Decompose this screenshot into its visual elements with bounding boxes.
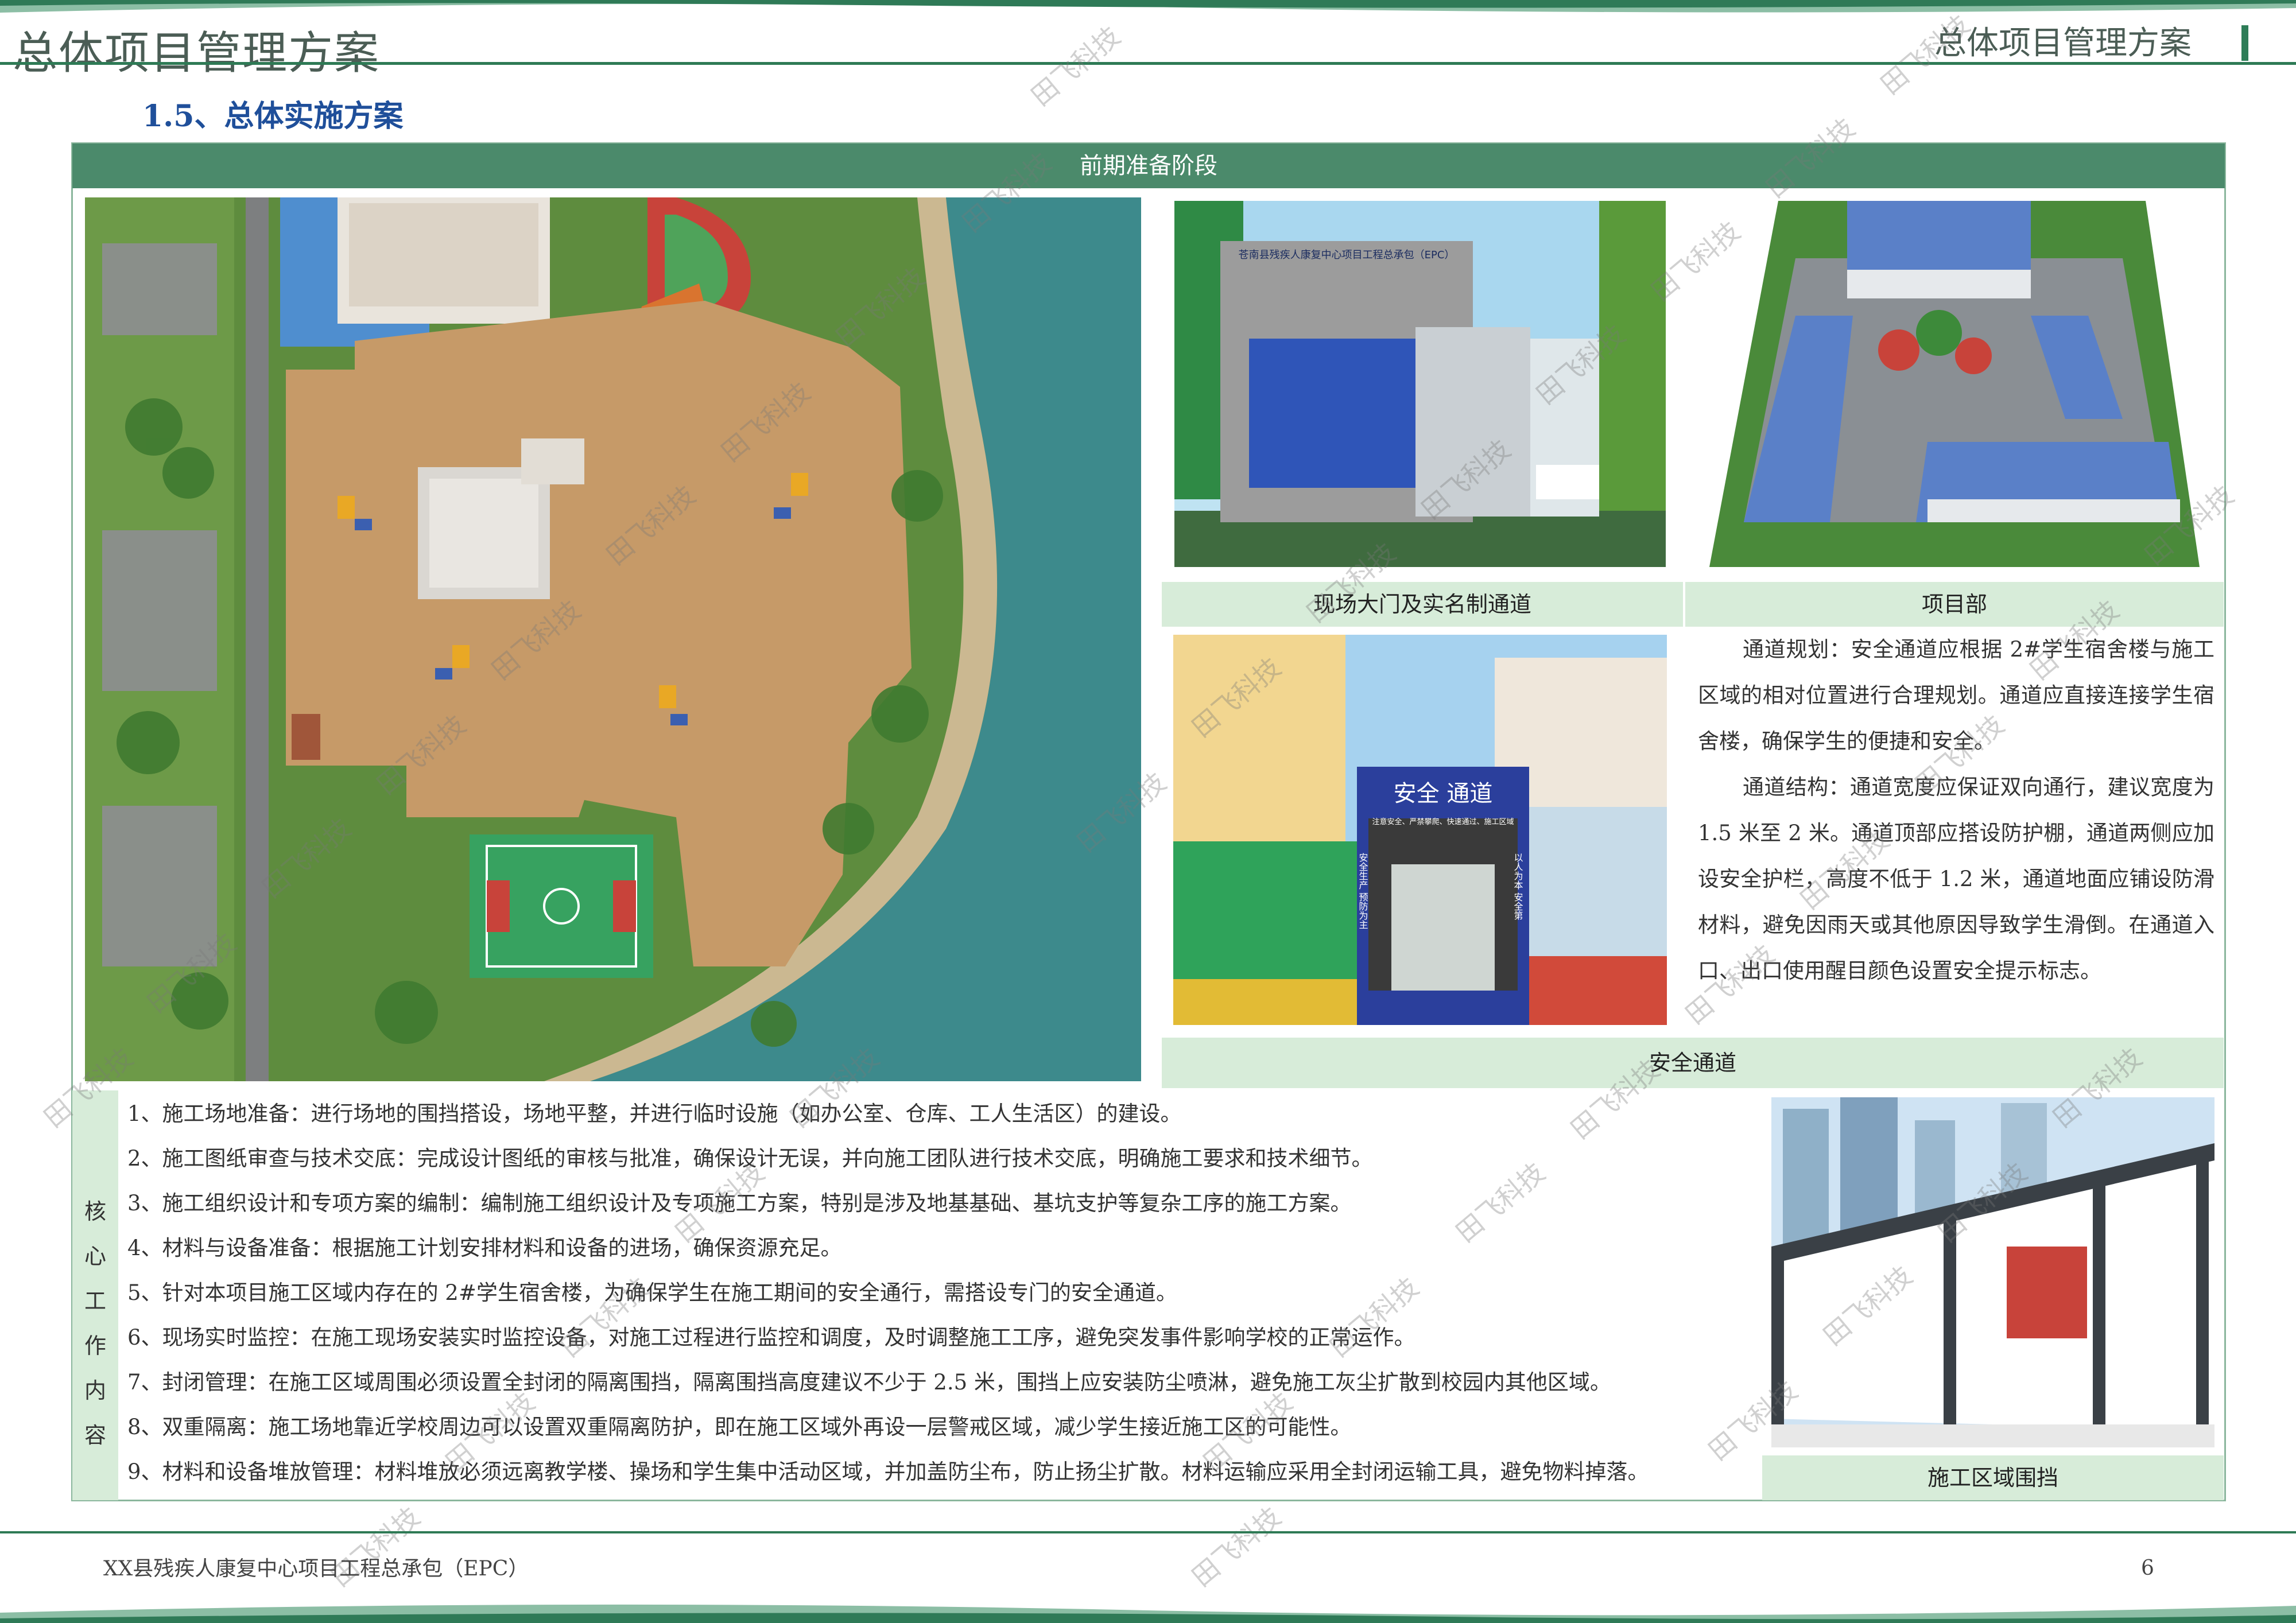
gate-sign-text: 苍南县残疾人康复中心项目工程总承包（EPC） [1239, 249, 1455, 261]
channel-sign-text: 安全 通道 [1394, 781, 1493, 807]
caption-safety-channel: 安全通道 [1162, 1038, 2224, 1088]
page-number: 6 [2141, 1556, 2154, 1580]
project-dept-image [1709, 201, 2200, 567]
site-gate-image: 苍南县残疾人康复中心项目工程总承包（EPC） [1174, 201, 1666, 567]
list-item: 6、现场实时监控：在施工现场安装实时监控设备，对施工过程进行监控和调度，及时调整… [127, 1325, 1415, 1350]
list-item: 1、施工场地准备：进行场地的围挡搭设，场地平整，并进行临时设施（如办公室、仓库、… [127, 1101, 1182, 1126]
caption-project-dept: 项目部 [1685, 582, 2224, 627]
core-label-char: 工 [84, 1288, 106, 1314]
footer-rule [0, 1531, 2296, 1533]
caption-hoarding: 施工区域围挡 [1762, 1455, 2224, 1500]
footer-project-name: XX县残疾人康复中心项目工程总承包（EPC） [103, 1557, 529, 1581]
hoarding-image [1771, 1097, 2214, 1447]
list-item: 9、材料和设备堆放管理：材料堆放必须远离教学楼、操场和学生集中活动区域，并加盖防… [127, 1459, 1649, 1484]
header-rule [0, 62, 2296, 65]
caption-gate: 现场大门及实名制通道 [1162, 582, 1683, 627]
site-plan-image [85, 197, 1141, 1081]
section-title: 1.5、总体实施方案 [142, 99, 404, 134]
core-label-char: 容 [84, 1423, 106, 1448]
watermark: 田飞科技 [1025, 20, 1126, 112]
phase-header: 前期准备阶段 [72, 143, 2225, 188]
bottom-decoration [0, 1604, 2296, 1623]
core-content-label: 核 心 工 作 内 容 [72, 1090, 118, 1500]
channel-left-text: 安全生产 预防为主 [1358, 853, 1368, 929]
list-item: 7、封闭管理：在施工区域周围必须设置全封闭的隔离围挡，隔离围挡高度建议不少于 2… [127, 1370, 1611, 1395]
watermark: 田飞科技 [1186, 1501, 1287, 1593]
list-item: 8、双重隔离：施工场地靠近学校周边可以设置双重隔离防护，即在施工区域外再设一层警… [127, 1415, 1352, 1439]
core-label-char: 核 [84, 1199, 106, 1224]
header-title-right: 总体项目管理方案 [1934, 25, 2192, 62]
channel-description: 通道规划：安全通道应根据 2#学生宿舍楼与施工区域的相对位置进行合理规划。通道应… [1698, 627, 2214, 994]
core-label-char: 作 [84, 1333, 106, 1358]
channel-sub-text: 注意安全、严禁攀爬、快速通过、施工区域 [1372, 817, 1514, 826]
channel-right-text: 以人为本 安全第 [1512, 853, 1523, 920]
list-item: 5、针对本项目施工区域内存在的 2#学生宿舍楼，为确保学生在施工期间的安全通行，… [127, 1280, 1177, 1305]
header-accent-bar [2241, 25, 2248, 61]
core-label-char: 内 [84, 1378, 106, 1403]
header-title-left: 总体项目管理方案 [13, 28, 381, 79]
list-item: 4、材料与设备准备：根据施工计划安排材料和设备的进场，确保资源充足。 [127, 1236, 842, 1260]
core-label-char: 心 [84, 1244, 106, 1269]
